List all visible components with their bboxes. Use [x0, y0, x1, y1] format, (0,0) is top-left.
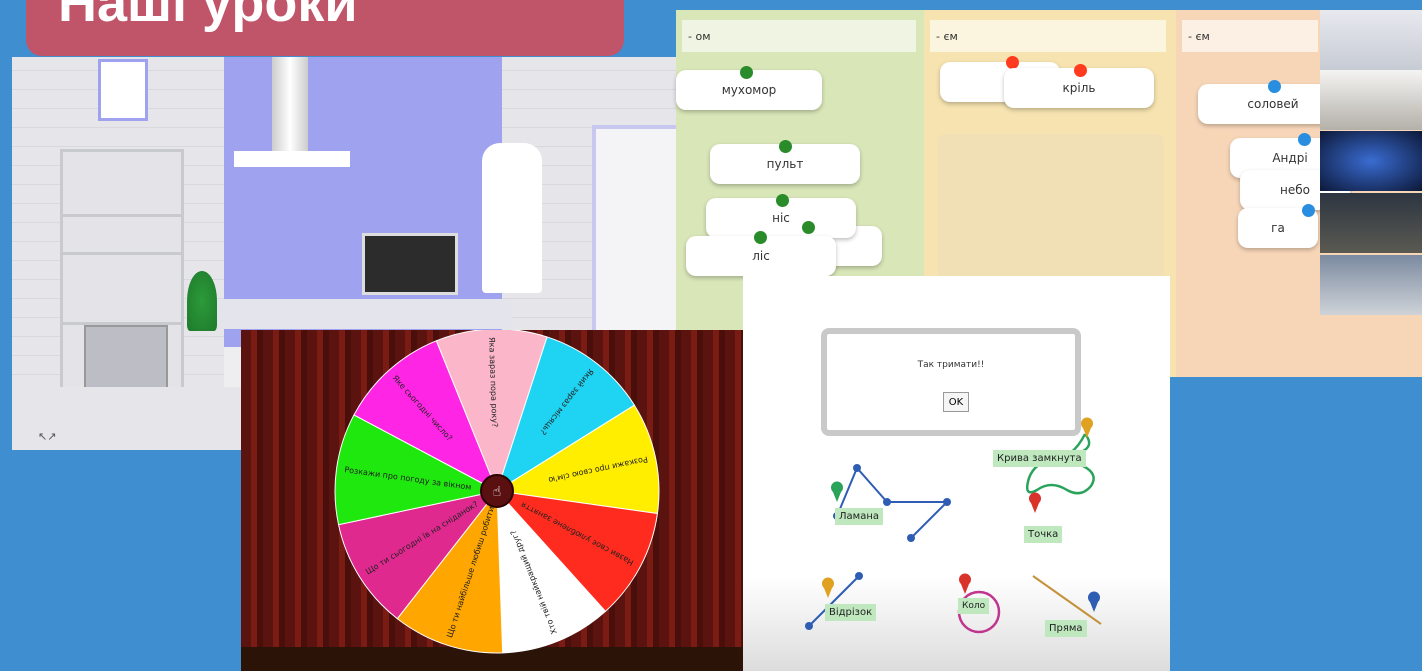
pin-icon: [740, 66, 753, 79]
fume-hood-pipe: [272, 57, 308, 151]
shape-label[interactable]: Відрізок: [825, 604, 877, 621]
video-participant[interactable]: [1320, 193, 1422, 253]
pin-icon: [1298, 133, 1311, 146]
column-heading: - ом: [682, 20, 916, 52]
pin-icon: [1074, 64, 1087, 77]
expand-icon[interactable]: ↖↗: [38, 430, 56, 443]
lab-coat[interactable]: [482, 143, 542, 293]
shape-label[interactable]: Ламана: [835, 508, 883, 525]
polyline-shape: [836, 466, 950, 539]
plant-image: [187, 271, 217, 331]
page-title-banner: Наші уроки: [26, 0, 624, 56]
pin-icon: [776, 194, 789, 207]
geometry-activity-panel: Так тримати!! OK Крива замкнута Ламана Т…: [743, 276, 1170, 671]
page-title: Наші уроки: [58, 0, 358, 33]
map-pin-icon: [1088, 591, 1100, 612]
video-participant[interactable]: [1320, 70, 1422, 130]
pin-icon: [754, 231, 767, 244]
shape-label[interactable]: Пряма: [1045, 620, 1087, 637]
map-pin-icon: [959, 573, 971, 594]
fume-hood: [234, 151, 350, 167]
video-participant[interactable]: [1320, 131, 1422, 191]
video-participant[interactable]: [1320, 10, 1422, 70]
ok-button[interactable]: OK: [943, 392, 969, 412]
toy-truck-image: [938, 134, 1164, 284]
map-pin-icon: [1081, 417, 1093, 438]
video-participant[interactable]: [1320, 255, 1422, 315]
shape-label[interactable]: Крива замкнута: [993, 450, 1086, 467]
computer-monitor[interactable]: [362, 233, 458, 295]
hand-pointer-icon: ☝: [493, 484, 502, 500]
portrait-image: [98, 59, 148, 121]
pin-icon: [1268, 80, 1281, 93]
pin-icon: [779, 140, 792, 153]
map-pin-icon: [831, 481, 843, 502]
shape-label[interactable]: Точка: [1024, 526, 1063, 543]
lab-counter: [217, 299, 512, 329]
shape-label[interactable]: Коло: [958, 598, 990, 614]
success-dialog: Так тримати!! OK: [821, 328, 1081, 436]
dialog-message: Так тримати!!: [917, 360, 985, 370]
map-pin-icon: [1029, 492, 1041, 513]
pin-icon: [1302, 204, 1315, 217]
spin-wheel-stage: Яка зараз пора року? Який зараз місяць? Ро…: [241, 330, 743, 671]
column-heading: - єм: [1182, 20, 1318, 52]
pin-icon: [802, 221, 815, 234]
column-heading: - єм: [930, 20, 1166, 52]
map-pin-icon: [822, 577, 834, 598]
spin-wheel[interactable]: Яка зараз пора року? Який зараз місяць?Ро…: [241, 330, 743, 671]
